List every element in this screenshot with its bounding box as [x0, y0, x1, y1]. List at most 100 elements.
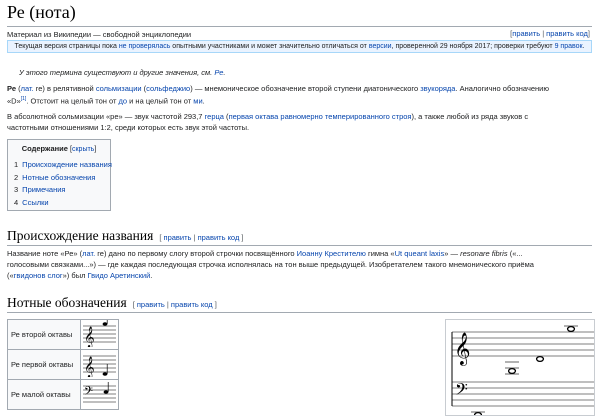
origin-paragraph: Название ноте «Ре» (лат. re) дано по пер…: [7, 248, 592, 281]
table-cell-label: Ре первой октавы: [7, 349, 81, 380]
text: re) дано по первому слогу второй строчки…: [95, 249, 297, 258]
text: В абсолютной сольмизации «ре» — звук час…: [7, 112, 205, 121]
toc-item[interactable]: 3 Примечания: [14, 184, 104, 197]
table-cell-label: Ре малой октавы: [7, 379, 81, 410]
toc-item[interactable]: 2 Нотные обозначения: [14, 172, 104, 185]
toc-title: Содержание [скрыть]: [14, 144, 104, 153]
bracket: ]: [94, 146, 97, 153]
text: и на целый тон от: [127, 96, 194, 106]
notation-table: Ре второй октавы 𝄞 Ре первой октавы 𝄞 Ре…: [7, 314, 119, 410]
text: («: [7, 271, 14, 280]
section-heading-notation: Нотные обозначения [ править | править ко…: [7, 295, 592, 313]
section-edit-link[interactable]: править: [137, 300, 165, 309]
grand-staff-image[interactable]: 𝄞 𝄢: [445, 319, 595, 416]
bracket: ]: [239, 233, 244, 242]
table-row: Ре первой октавы 𝄞: [7, 349, 119, 380]
grand-staff-icon: 𝄞 𝄢: [451, 325, 594, 415]
treble-staff-image[interactable]: 𝄞: [80, 314, 119, 350]
toc-link-notes[interactable]: Примечания: [22, 185, 65, 194]
toc-toggle: [скрыть]: [70, 146, 96, 153]
text: . Отстоит на целый тон от: [26, 96, 119, 106]
hatnote-text: .: [223, 68, 226, 77]
scale-link[interactable]: звукоряда: [420, 84, 455, 93]
toc-number: 2: [14, 172, 19, 182]
text: Название ноте «Ре» (: [7, 249, 83, 258]
section-heading-origin: Происхождение названия [ править | правит…: [7, 228, 592, 246]
notice-text: .: [582, 43, 585, 50]
first-octave-link[interactable]: первая октава: [229, 112, 279, 121]
guidonian-link[interactable]: гвидонов слог: [14, 271, 63, 280]
bracket: ]: [212, 300, 217, 309]
table-cell-label: Ре второй октавы: [7, 319, 81, 350]
text: частотными отношениями 1:2, среди которы…: [7, 123, 250, 132]
table-row: Ре малой октавы 𝄢: [7, 379, 119, 410]
svg-text:𝄢: 𝄢: [84, 385, 93, 401]
term-bold: Ре: [7, 84, 16, 93]
notice-edits-link[interactable]: 9 правок: [555, 43, 583, 50]
treble-clef-icon: 𝄞: [83, 314, 116, 348]
toc-number: 3: [14, 185, 19, 194]
table-row: Ре второй октавы 𝄞: [7, 314, 119, 350]
section-edit-link[interactable]: править: [164, 233, 192, 242]
hertz-link[interactable]: герца: [205, 112, 224, 121]
section-edit-code-link[interactable]: править код: [198, 233, 240, 242]
absolute-paragraph: В абсолютной сольмизации «ре» — звук час…: [7, 111, 592, 133]
table-of-contents: Содержание [скрыть] 1 Происхождение назва…: [7, 139, 112, 211]
section-edit-code-link[interactable]: править код: [171, 300, 213, 309]
notice-unreviewed-link[interactable]: не проверялась: [119, 43, 171, 50]
svg-text:𝄞: 𝄞: [84, 327, 95, 347]
ut-queant-link[interactable]: Ut queant laxis: [395, 249, 445, 258]
mi-link[interactable]: ми: [193, 97, 202, 106]
text: ) — мнемоническое обозначение второй сту…: [190, 84, 421, 93]
text: ») был: [62, 271, 88, 280]
temperament-link[interactable]: равномерно темперированного строя: [280, 112, 411, 121]
text: ), а также любой из ряда звуков с: [411, 112, 529, 121]
intro-paragraph: Ре (лат. re) в релятивной сольмизации (с…: [7, 83, 592, 107]
toc-link-notation[interactable]: Нотные обозначения: [22, 173, 95, 182]
svg-text:𝄢: 𝄢: [455, 379, 468, 403]
text: .: [202, 96, 205, 106]
notice-text: опытными участниками и может значительно…: [170, 43, 369, 50]
text: голосовыми связками...») — где каждая по…: [7, 260, 534, 269]
solfeggio-link[interactable]: сольфеджио: [146, 84, 190, 93]
notice-text: , проверенной 29 ноября 2017; проверки т…: [391, 43, 555, 50]
toc-item[interactable]: 4 Ссылки: [14, 197, 104, 210]
bass-clef-icon: 𝄢: [83, 382, 116, 403]
toc-item[interactable]: 1 Происхождение названия: [14, 159, 112, 172]
edit-code-link[interactable]: править код: [546, 29, 588, 38]
treble-staff-image[interactable]: 𝄞: [80, 349, 119, 380]
hatnote-text: У этого термина существуют и другие знач…: [19, 68, 215, 77]
page-title: Ре (нота): [7, 2, 76, 22]
hatnote: У этого термина существуют и другие знач…: [19, 68, 226, 77]
notice-text: Текущая версия страницы пока: [14, 43, 119, 50]
resonare-italic: resonare fibris: [460, 249, 508, 258]
review-notice: Текущая версия страницы пока не проверял…: [7, 40, 592, 53]
toc-link-origin[interactable]: Происхождение названия: [22, 160, 112, 169]
text: . Аналогично обозначению: [455, 84, 549, 93]
treble-clef-icon: 𝄞: [83, 355, 116, 378]
section-edit-links: [ править | править код ]: [159, 233, 243, 242]
text: гимна «: [365, 249, 395, 258]
section-edit-links: [ править | править код ]: [133, 300, 217, 309]
latin-link[interactable]: лат.: [21, 84, 34, 93]
tagline: Материал из Википедии — свободной энцикл…: [7, 30, 192, 39]
section-title: Нотные обозначения: [7, 295, 127, 310]
edit-link[interactable]: править: [512, 29, 540, 38]
guido-link[interactable]: Гвидо Аретинский: [88, 271, 151, 280]
john-baptist-link[interactable]: Иоанну Крестителю: [297, 249, 366, 258]
solmization-link[interactable]: сольмизации: [96, 84, 142, 93]
do-link[interactable]: до: [119, 97, 128, 106]
title-divider: [7, 26, 592, 27]
toc-number: 1: [14, 160, 19, 169]
notice-version-link[interactable]: версии: [369, 43, 392, 50]
page-edit-links: [править | править код]: [510, 29, 590, 38]
toc-hide-toggle[interactable]: скрыть: [72, 146, 94, 153]
bass-staff-image[interactable]: 𝄢: [80, 379, 119, 410]
text: » —: [444, 249, 461, 258]
section-title: Происхождение названия: [7, 228, 154, 243]
toc-link-links[interactable]: Ссылки: [22, 198, 48, 207]
text: re) в релятивной: [33, 84, 96, 93]
latin-link[interactable]: лат.: [82, 249, 95, 258]
svg-text:𝄞: 𝄞: [454, 332, 471, 366]
svg-text:𝄞: 𝄞: [84, 357, 95, 377]
